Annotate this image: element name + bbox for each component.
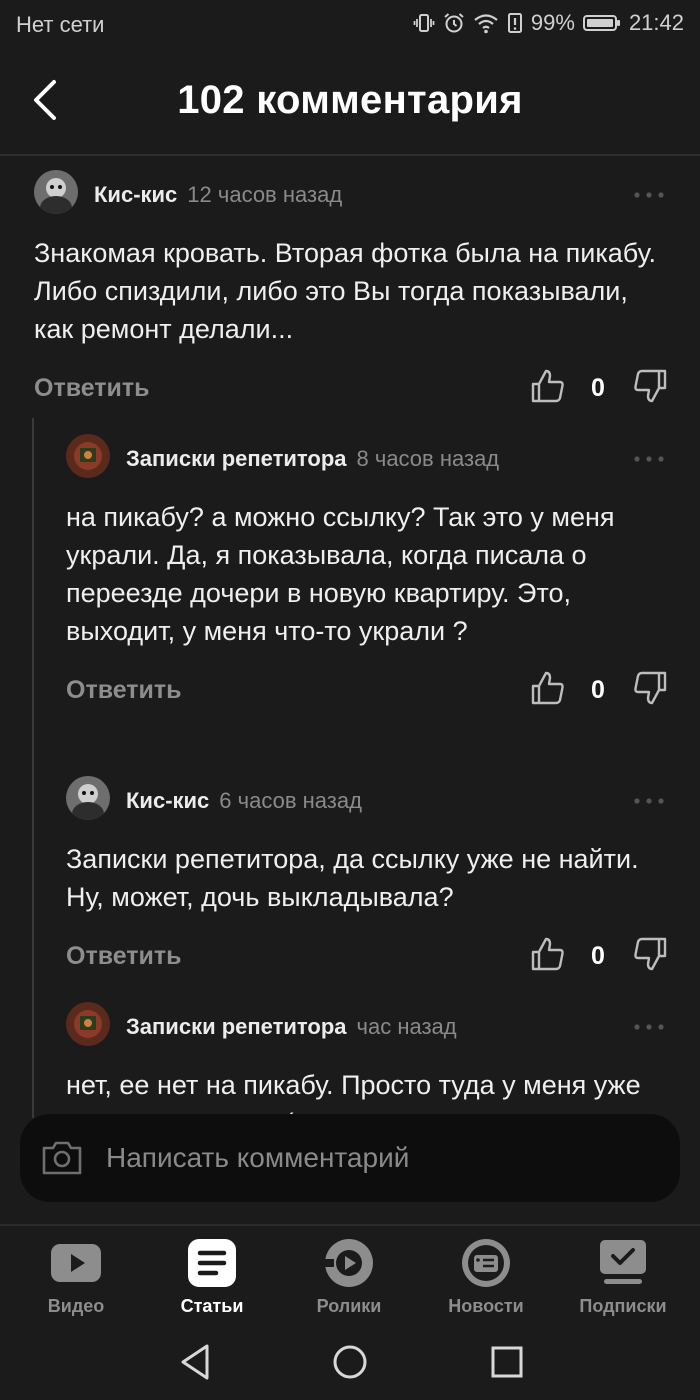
comment-list[interactable]: Кис-кис 12 часов назад Знакомая кровать. … bbox=[0, 158, 700, 1118]
comment-time: час назад bbox=[356, 1014, 457, 1039]
reply-button[interactable]: Ответить bbox=[66, 942, 182, 971]
clock: 21:42 bbox=[628, 10, 684, 35]
clips-icon bbox=[324, 1239, 373, 1287]
bottom-nav: Видео Статьи Ролики Новости Подписки bbox=[0, 1224, 700, 1324]
author-name[interactable]: Кис-кис bbox=[94, 182, 177, 207]
comment-actions: Ответить 0 bbox=[34, 364, 668, 414]
thumbs-down-icon[interactable] bbox=[632, 670, 668, 706]
comment-time: 6 часов назад bbox=[219, 788, 362, 813]
reply-button[interactable]: Ответить bbox=[66, 676, 182, 705]
nav-item-news[interactable]: Новости bbox=[421, 1236, 551, 1317]
comment-author[interactable]: Записки репетитора 8 часов назад bbox=[126, 446, 499, 472]
comment: Кис-кис 6 часов назад Записки репетитора,… bbox=[66, 776, 668, 982]
home-icon[interactable] bbox=[332, 1342, 368, 1382]
thumbs-down-icon[interactable] bbox=[632, 936, 668, 972]
back-icon[interactable] bbox=[178, 1342, 212, 1382]
comment-composer[interactable]: Написать комментарий bbox=[20, 1114, 680, 1202]
author-name[interactable]: Записки репетитора bbox=[126, 1014, 347, 1039]
battery-percent: 99% bbox=[530, 10, 575, 35]
avatar[interactable] bbox=[34, 170, 78, 214]
more-options-icon[interactable] bbox=[632, 190, 666, 200]
battery-icon bbox=[582, 15, 620, 31]
comment-time: 12 часов назад bbox=[187, 182, 343, 207]
comment-text: Записки репетитора, да ссылку уже не най… bbox=[66, 844, 639, 912]
comment-header: Записки репетитора 8 часов назад bbox=[66, 434, 666, 484]
nav-label: Подписки bbox=[579, 1296, 667, 1316]
comment-actions: Ответить 0 bbox=[66, 666, 668, 716]
comment-header: Кис-кис 12 часов назад bbox=[34, 170, 666, 220]
comment: Записки репетитора 8 часов назад на пикаб… bbox=[66, 434, 668, 716]
news-icon bbox=[462, 1239, 510, 1287]
comment-score: 0 bbox=[591, 374, 605, 402]
video-play-icon bbox=[51, 1244, 101, 1282]
avatar[interactable] bbox=[66, 1002, 110, 1046]
avatar[interactable] bbox=[66, 434, 110, 478]
more-options-icon[interactable] bbox=[632, 1022, 666, 1032]
comment-actions: Ответить 0 bbox=[66, 932, 668, 982]
nav-label: Ролики bbox=[316, 1296, 382, 1316]
comment: Кис-кис 12 часов назад Знакомая кровать. … bbox=[34, 170, 668, 414]
network-status: Нет сети bbox=[16, 12, 105, 37]
header: 102 комментария bbox=[0, 60, 700, 156]
nav-item-subscriptions[interactable]: Подписки bbox=[558, 1236, 688, 1317]
wifi-icon bbox=[474, 14, 498, 34]
comment-header: Кис-кис 6 часов назад bbox=[66, 776, 666, 826]
nav-item-video[interactable]: Видео bbox=[11, 1236, 141, 1317]
system-nav-bar bbox=[0, 1324, 700, 1400]
thumbs-up-icon[interactable] bbox=[530, 670, 566, 706]
subscriptions-icon bbox=[600, 1240, 646, 1284]
thread-line bbox=[32, 418, 34, 1118]
more-options-icon[interactable] bbox=[632, 796, 666, 806]
status-icons: 99% 21:42 bbox=[413, 10, 684, 36]
author-name[interactable]: Кис-кис bbox=[126, 788, 209, 813]
thumbs-down-icon[interactable] bbox=[632, 368, 668, 404]
nav-item-clips[interactable]: Ролики bbox=[284, 1236, 414, 1317]
comment-text: Знакомая кровать. Вторая фотка была на п… bbox=[34, 238, 656, 344]
comment-time: 8 часов назад bbox=[356, 446, 500, 471]
more-options-icon[interactable] bbox=[632, 454, 666, 464]
camera-icon[interactable] bbox=[40, 1138, 84, 1178]
reply-button[interactable]: Ответить bbox=[34, 374, 150, 403]
comment-score: 0 bbox=[591, 676, 605, 704]
nav-label: Статьи bbox=[180, 1296, 244, 1316]
recents-icon[interactable] bbox=[490, 1342, 524, 1382]
comment-text: на пикабу? а можно ссылку? Так это у мен… bbox=[66, 502, 615, 646]
comment-author[interactable]: Кис-кис 6 часов назад bbox=[126, 788, 362, 814]
battery-alert-icon bbox=[507, 13, 522, 33]
comment-author[interactable]: Записки репетитора час назад bbox=[126, 1014, 457, 1040]
comment-text: нет, ее нет на пикабу. Просто туда у мен… bbox=[66, 1070, 641, 1118]
comment-score: 0 bbox=[591, 942, 605, 970]
thumbs-up-icon[interactable] bbox=[530, 368, 566, 404]
avatar[interactable] bbox=[66, 776, 110, 820]
thumbs-up-icon[interactable] bbox=[530, 936, 566, 972]
comment: Записки репетитора час назад нет, ее нет … bbox=[66, 1002, 666, 1118]
comment-header: Записки репетитора час назад bbox=[66, 1002, 666, 1052]
author-name[interactable]: Записки репетитора bbox=[126, 446, 347, 471]
alarm-icon bbox=[444, 13, 464, 33]
comment-input[interactable]: Написать комментарий bbox=[106, 1142, 409, 1174]
vibrate-icon bbox=[413, 14, 435, 32]
status-bar: Нет сети 99% 21:42 bbox=[0, 0, 700, 50]
nav-label: Новости bbox=[448, 1296, 524, 1316]
page-title: 102 комментария bbox=[177, 78, 523, 122]
nav-item-articles[interactable]: Статьи bbox=[147, 1236, 277, 1317]
nav-label: Видео bbox=[47, 1296, 105, 1316]
articles-icon bbox=[188, 1239, 236, 1287]
comment-author[interactable]: Кис-кис 12 часов назад bbox=[94, 182, 342, 208]
